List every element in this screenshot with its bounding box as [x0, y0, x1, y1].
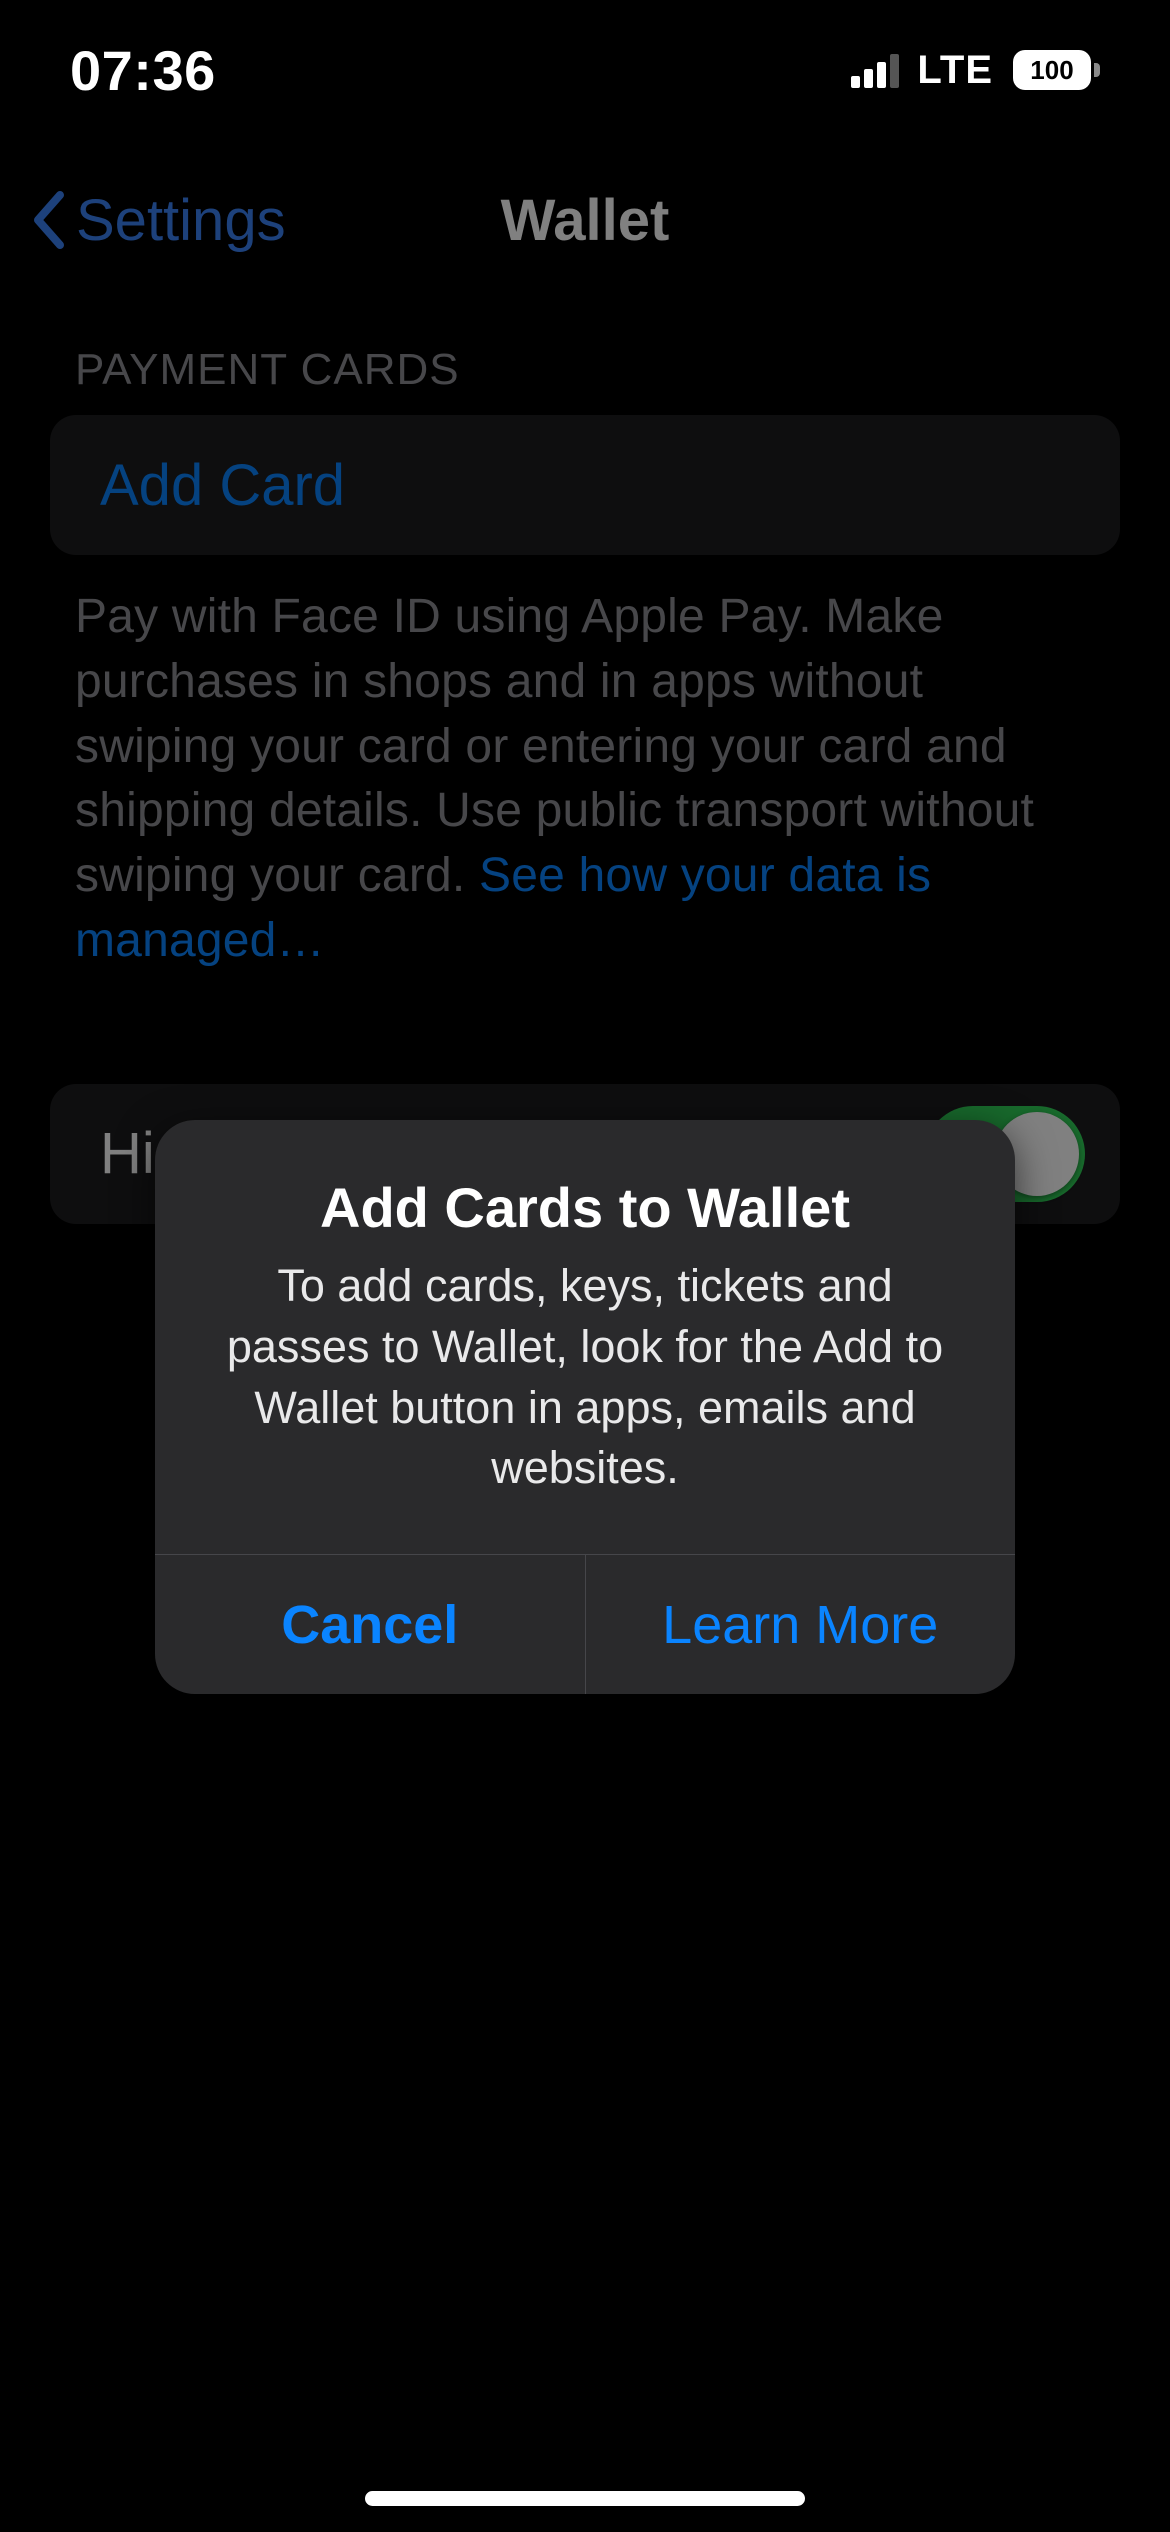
back-label: Settings: [76, 187, 286, 254]
back-button[interactable]: Settings: [30, 150, 286, 290]
add-card-button[interactable]: Add Card: [50, 415, 1120, 555]
cancel-button[interactable]: Cancel: [155, 1555, 586, 1694]
page-title: Wallet: [501, 187, 670, 254]
alert-dialog: Add Cards to Wallet To add cards, keys, …: [155, 1120, 1015, 1694]
learn-more-button[interactable]: Learn More: [586, 1555, 1016, 1694]
alert-actions: Cancel Learn More: [155, 1554, 1015, 1694]
payment-footer: Pay with Face ID using Apple Pay. Make p…: [50, 555, 1120, 974]
status-time: 07:36: [70, 38, 216, 103]
home-indicator[interactable]: [365, 2491, 805, 2506]
battery-icon: 100: [1013, 50, 1100, 90]
battery-level: 100: [1030, 55, 1073, 86]
alert-title: Add Cards to Wallet: [203, 1175, 967, 1240]
payment-cards-header: PAYMENT CARDS: [50, 345, 1120, 415]
add-card-label: Add Card: [100, 452, 345, 519]
status-indicators: LTE 100: [851, 48, 1100, 93]
nav-bar: Settings Wallet: [0, 150, 1170, 290]
chevron-left-icon: [30, 191, 66, 249]
status-bar: 07:36 LTE 100: [0, 0, 1170, 140]
alert-message: To add cards, keys, tickets and passes t…: [203, 1256, 967, 1499]
cellular-signal-icon: [851, 52, 899, 88]
network-type: LTE: [917, 48, 993, 93]
settings-content: PAYMENT CARDS Add Card Pay with Face ID …: [0, 345, 1170, 1224]
